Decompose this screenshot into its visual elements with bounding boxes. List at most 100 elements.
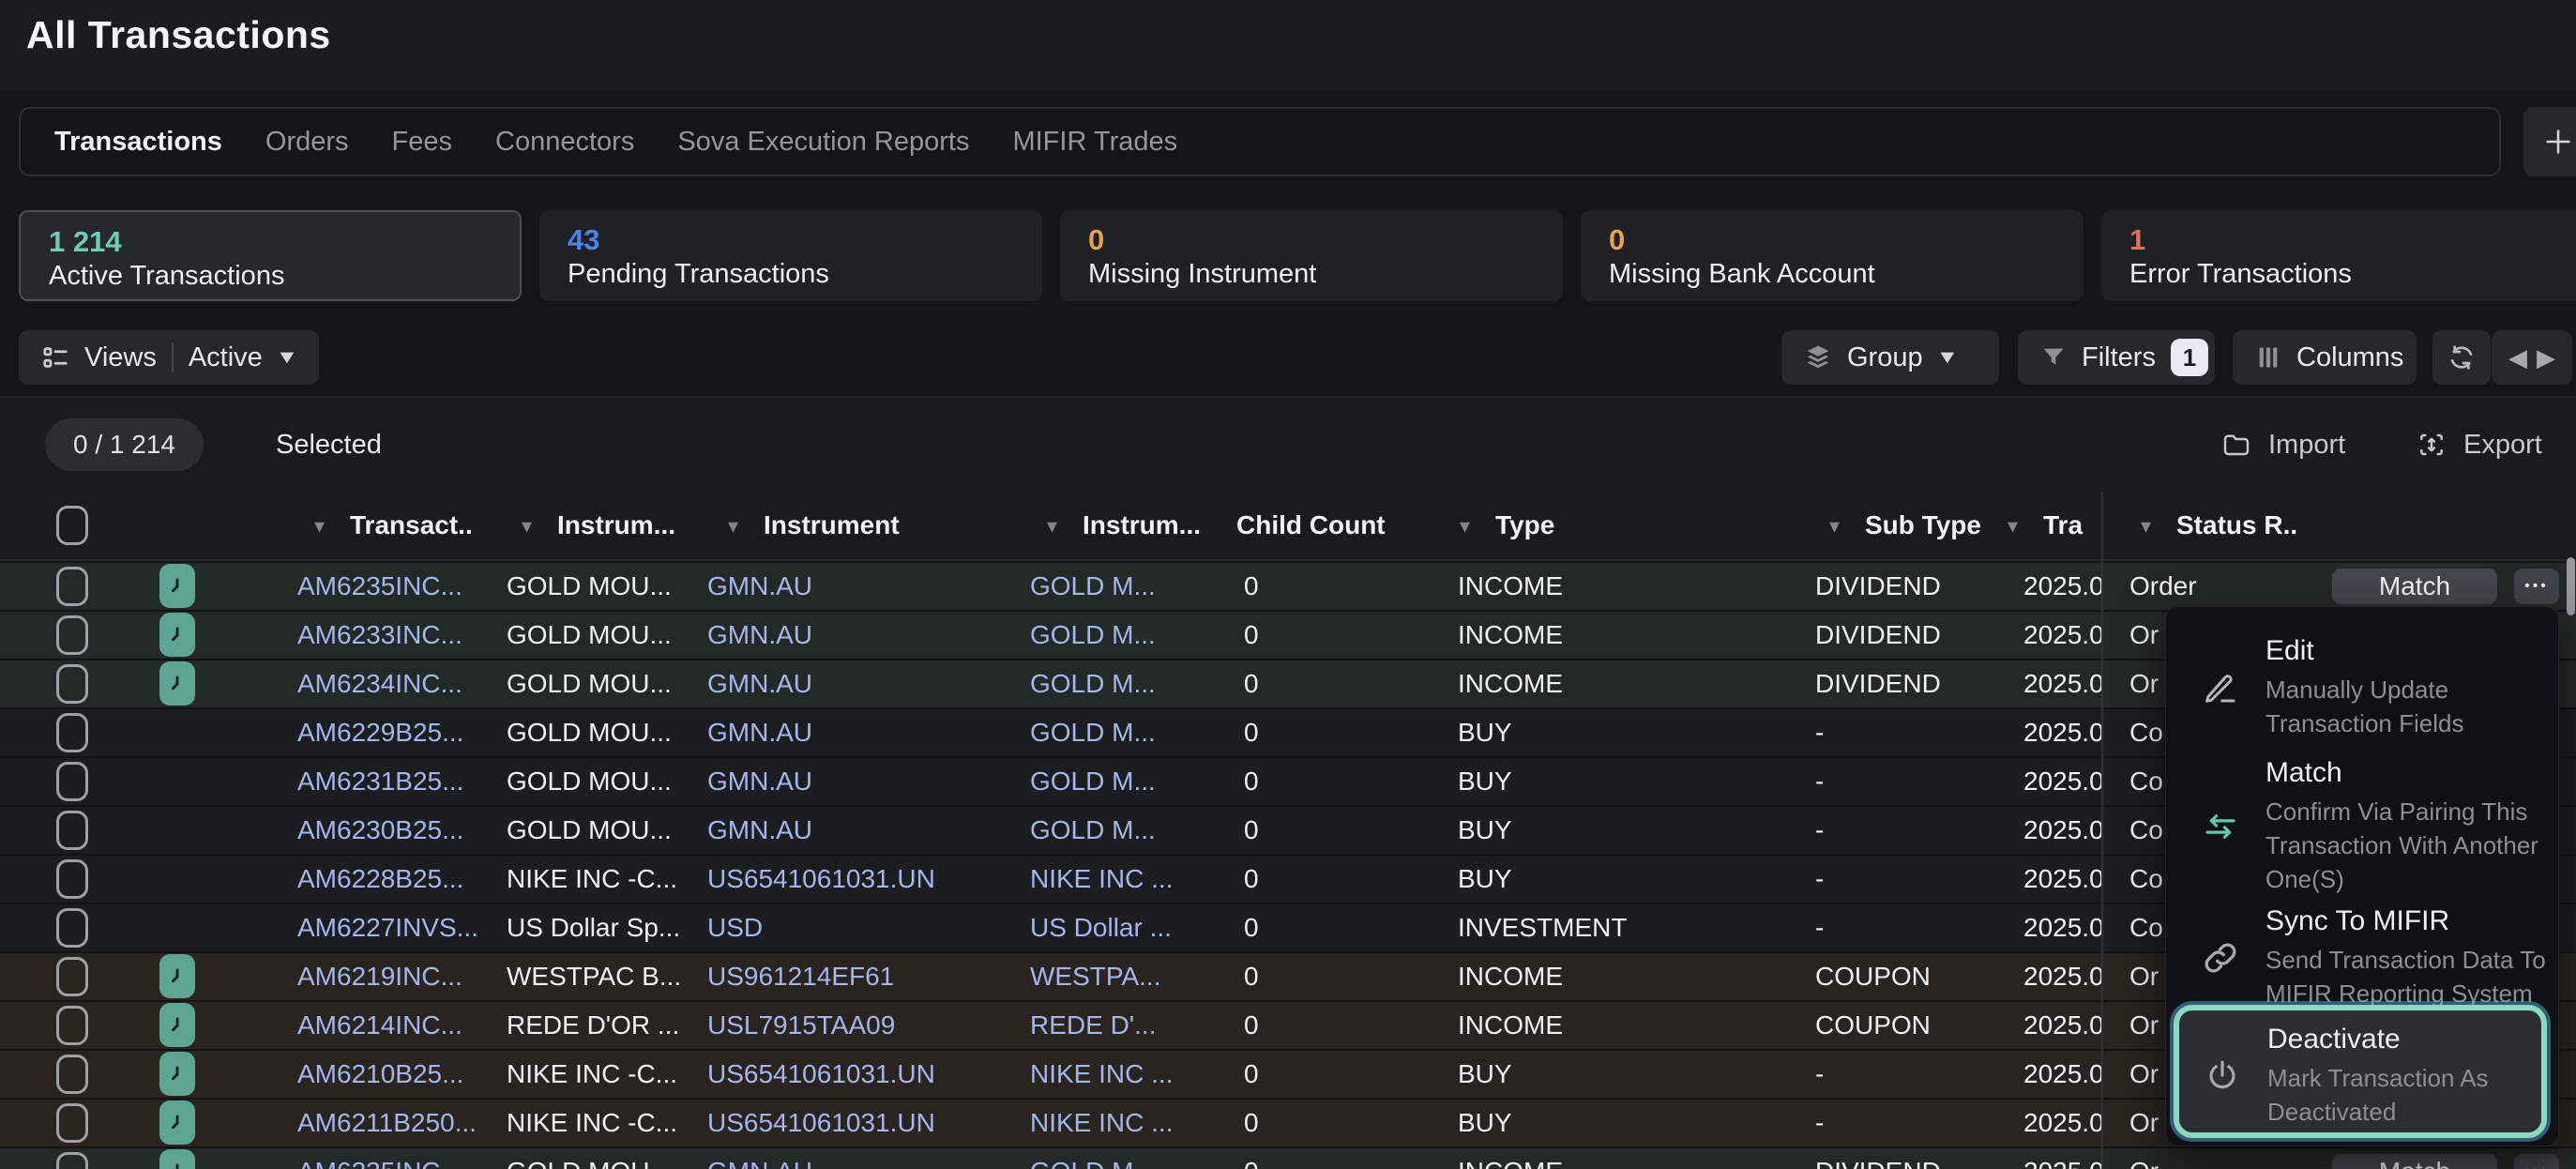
instrument-link[interactable]: GOLD M...: [1030, 620, 1156, 650]
column-header-6[interactable]: Sub Type: [1865, 510, 1981, 540]
export-button[interactable]: Export: [2417, 398, 2542, 492]
instrument-link[interactable]: GOLD M...: [1030, 669, 1156, 699]
instrument-link[interactable]: GOLD M...: [1030, 718, 1156, 748]
instrument-code-link[interactable]: US6541061031.UN: [707, 1108, 935, 1138]
tab-fees[interactable]: Fees: [392, 127, 452, 158]
row-checkbox[interactable]: [56, 567, 88, 606]
transaction-id-link[interactable]: AM6235INC...: [297, 571, 462, 601]
instrument-code-link[interactable]: GMN.AU: [707, 571, 812, 601]
row-checkbox[interactable]: [56, 1103, 88, 1143]
stat-card-4[interactable]: 1Error Transactions: [2101, 210, 2576, 301]
sort-caret-icon[interactable]: ▾: [2008, 514, 2018, 539]
row-checkbox[interactable]: [56, 859, 88, 899]
instrument-code-link[interactable]: GMN.AU: [707, 767, 812, 797]
instrument-link[interactable]: REDE D'...: [1030, 1010, 1156, 1040]
transaction-id-link[interactable]: AM6234INC...: [297, 669, 462, 699]
row-more-button[interactable]: •••: [2514, 569, 2559, 604]
instrument-link[interactable]: WESTPA...: [1030, 962, 1161, 992]
instrument-code-link[interactable]: GMN.AU: [707, 718, 812, 748]
sort-caret-icon[interactable]: ▾: [522, 514, 532, 539]
sort-caret-icon[interactable]: ▾: [728, 514, 738, 539]
instrument-code-link[interactable]: US6541061031.UN: [707, 864, 935, 894]
instrument-link[interactable]: NIKE INC ...: [1030, 1108, 1173, 1138]
transaction-id-link[interactable]: AM6230B25...: [297, 815, 463, 845]
menu-item-sync-to-mifir[interactable]: Sync To MIFIR Send Transaction Data To M…: [2200, 905, 2530, 1010]
instrument-link[interactable]: GOLD M...: [1030, 571, 1156, 601]
instrument-code-link[interactable]: GMN.AU: [707, 669, 812, 699]
tab-connectors[interactable]: Connectors: [495, 127, 634, 158]
stat-card-2[interactable]: 0Missing Instrument: [1060, 210, 1563, 301]
add-tab-button[interactable]: [2523, 107, 2576, 176]
menu-item-match[interactable]: Match Confirm Via Pairing This Transacti…: [2200, 757, 2530, 896]
transaction-id-link[interactable]: AM6233INC...: [297, 620, 462, 650]
row-checkbox[interactable]: [56, 908, 88, 948]
column-header-2[interactable]: Instrument: [764, 510, 900, 540]
row-checkbox[interactable]: [56, 713, 88, 752]
tab-mifir-trades[interactable]: MIFIR Trades: [1012, 127, 1177, 158]
row-checkbox[interactable]: [56, 1152, 88, 1169]
row-checkbox[interactable]: [56, 1055, 88, 1094]
stat-card-3[interactable]: 0Missing Bank Account: [1581, 210, 2084, 301]
group-button[interactable]: Group ▼: [1781, 330, 1999, 385]
instrument-code-link[interactable]: US961214EF61: [707, 962, 894, 992]
column-header-0[interactable]: Transact..: [350, 510, 473, 540]
column-header-3[interactable]: Instrum...: [1083, 510, 1201, 540]
column-header-1[interactable]: Instrum...: [557, 510, 675, 540]
columns-button[interactable]: Columns: [2233, 330, 2417, 385]
transaction-id-link[interactable]: AM6227INVS...: [297, 913, 478, 943]
instrument-link[interactable]: NIKE INC ...: [1030, 1059, 1173, 1089]
transaction-id-link[interactable]: AM6214INC...: [297, 1010, 462, 1040]
scroll-columns-button[interactable]: ◀ ▶: [2492, 330, 2572, 385]
tab-sova-execution-reports[interactable]: Sova Execution Reports: [677, 127, 969, 158]
column-header-8[interactable]: Status R..: [2176, 510, 2297, 540]
instrument-code-link[interactable]: USD: [707, 913, 763, 943]
row-checkbox[interactable]: [56, 811, 88, 850]
match-button[interactable]: Match: [2332, 569, 2497, 604]
refresh-button[interactable]: [2432, 330, 2491, 385]
select-all-checkbox[interactable]: [56, 506, 88, 545]
column-header-4[interactable]: Child Count: [1236, 510, 1386, 540]
row-checkbox[interactable]: [56, 615, 88, 655]
table-row[interactable]: AM6235INC...GOLD MOU...GMN.AUGOLD M...0I…: [0, 1148, 2576, 1169]
sort-caret-icon[interactable]: ▾: [2141, 514, 2151, 539]
stat-card-1[interactable]: 43Pending Transactions: [539, 210, 1042, 301]
transaction-id-link[interactable]: AM6229B25...: [297, 718, 463, 748]
import-button[interactable]: Import: [2221, 398, 2345, 492]
instrument-code-link[interactable]: GMN.AU: [707, 620, 812, 650]
transaction-id-link[interactable]: AM6211B250...: [297, 1108, 477, 1138]
sort-caret-icon[interactable]: ▾: [1047, 514, 1057, 539]
row-checkbox[interactable]: [56, 957, 88, 996]
menu-item-deactivate[interactable]: Deactivate Mark Transaction As Deactivat…: [2202, 1024, 2532, 1129]
row-checkbox[interactable]: [56, 664, 88, 704]
menu-item-edit[interactable]: Edit Manually Update Transaction Fields: [2200, 635, 2530, 740]
match-button[interactable]: Match: [2332, 1154, 2497, 1169]
stat-card-0[interactable]: 1 214Active Transactions: [19, 210, 522, 301]
sort-caret-icon[interactable]: ▾: [1829, 514, 1840, 539]
instrument-link[interactable]: GOLD M...: [1030, 767, 1156, 797]
table-row[interactable]: AM6235INC...GOLD MOU...GMN.AUGOLD M...0I…: [0, 563, 2576, 610]
instrument-link[interactable]: GOLD M...: [1030, 1157, 1156, 1169]
row-more-button[interactable]: •••: [2514, 1154, 2559, 1169]
vertical-scrollbar[interactable]: [2567, 557, 2575, 615]
instrument-code-link[interactable]: GMN.AU: [707, 815, 812, 845]
transaction-id-link[interactable]: AM6235INC...: [297, 1157, 462, 1169]
instrument-link[interactable]: GOLD M...: [1030, 815, 1156, 845]
column-header-5[interactable]: Type: [1495, 510, 1554, 540]
tab-transactions[interactable]: Transactions: [54, 127, 222, 158]
instrument-link[interactable]: NIKE INC ...: [1030, 864, 1173, 894]
sort-caret-icon[interactable]: ▾: [314, 514, 325, 539]
column-header-7[interactable]: Tra: [2043, 510, 2083, 540]
filters-button[interactable]: Filters 1: [2018, 330, 2215, 385]
views-selector[interactable]: Views Active ▼: [19, 330, 319, 385]
row-checkbox[interactable]: [56, 1006, 88, 1045]
row-checkbox[interactable]: [56, 762, 88, 801]
sort-caret-icon[interactable]: ▾: [1460, 514, 1470, 539]
transaction-id-link[interactable]: AM6219INC...: [297, 962, 462, 992]
instrument-code-link[interactable]: US6541061031.UN: [707, 1059, 935, 1089]
instrument-code-link[interactable]: USL7915TAA09: [707, 1010, 895, 1040]
transaction-id-link[interactable]: AM6210B25...: [297, 1059, 463, 1089]
transaction-id-link[interactable]: AM6231B25...: [297, 767, 463, 797]
instrument-code-link[interactable]: GMN.AU: [707, 1157, 812, 1169]
tab-orders[interactable]: Orders: [265, 127, 349, 158]
transaction-id-link[interactable]: AM6228B25...: [297, 864, 463, 894]
